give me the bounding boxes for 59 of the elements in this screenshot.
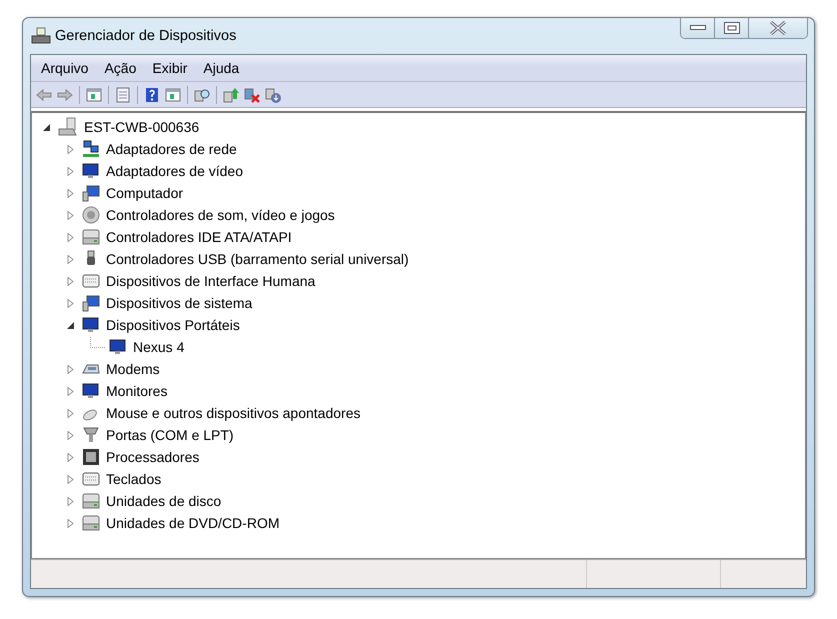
monitor-icon — [82, 162, 100, 180]
tree-item[interactable]: Dispositivos Portáteis — [104, 317, 242, 333]
tree-item[interactable]: Modems — [104, 361, 162, 377]
forward-arrow-icon — [57, 86, 73, 102]
tree-item[interactable]: Unidades de disco — [104, 493, 224, 509]
download-icon — [265, 86, 281, 102]
tree-item[interactable]: EST-CWB-000636 — [82, 119, 202, 135]
computer-icon — [82, 294, 100, 312]
monitor-icon — [82, 382, 100, 400]
network-icon — [82, 140, 100, 158]
menu-item[interactable]: Ação — [96, 60, 144, 76]
update-icon — [223, 86, 239, 102]
port-icon — [82, 426, 100, 444]
tree-item[interactable]: Controladores USB (barramento serial universal) — [104, 251, 411, 267]
tree-item[interactable]: Mouse e outros dispositivos apontadores — [104, 405, 362, 421]
back-arrow-icon — [36, 86, 52, 102]
tree-item[interactable]: Adaptadores de vídeo — [104, 163, 245, 179]
menu-item[interactable]: Ajuda — [195, 60, 248, 76]
maximize-icon — [724, 22, 740, 34]
panel-icon — [86, 86, 102, 102]
tree-item[interactable]: Dispositivos de Interface Humana — [104, 273, 318, 289]
tree-item[interactable]: Adaptadores de rede — [104, 141, 239, 157]
computer-icon — [58, 117, 78, 137]
tree-item[interactable]: Controladores de som, vídeo e jogos — [104, 207, 337, 223]
document-icon — [115, 86, 131, 102]
expander-icon[interactable] — [66, 320, 75, 330]
tree-item[interactable]: Computador — [104, 185, 186, 201]
tree-item[interactable]: Controladores IDE ATA/ATAPI — [104, 229, 294, 245]
tree-item[interactable]: Processadores — [104, 449, 202, 465]
tree-item[interactable]: Monitores — [104, 383, 170, 399]
tree-item[interactable]: Dispositivos de sistema — [104, 295, 254, 311]
maximize-button[interactable] — [715, 18, 749, 38]
expander-icon[interactable] — [42, 122, 51, 132]
window-title: Gerenciador de Dispositivos — [55, 28, 236, 44]
tree-item[interactable]: Portas (COM e LPT) — [104, 427, 236, 443]
tree-item[interactable]: Unidades de DVD/CD-ROM — [104, 515, 282, 531]
monitor-icon — [82, 316, 100, 334]
scan-icon — [194, 86, 210, 102]
remove-icon — [244, 86, 260, 102]
drive-icon — [82, 514, 100, 532]
chip-icon — [82, 448, 100, 466]
printer-icon — [31, 27, 51, 45]
tree-item[interactable]: Nexus 4 — [131, 339, 186, 355]
tree-item[interactable]: Teclados — [104, 471, 164, 487]
minimize-button[interactable] — [681, 18, 715, 38]
minimize-icon — [690, 25, 706, 31]
keyboard-icon — [82, 470, 100, 488]
speaker-icon — [82, 206, 100, 224]
menu-item[interactable]: Arquivo — [33, 60, 96, 76]
help-icon — [144, 86, 160, 102]
drive-icon — [82, 228, 100, 246]
computer-icon — [82, 184, 100, 202]
drive-icon — [82, 492, 100, 510]
keyboard-icon — [82, 272, 100, 290]
panel-icon — [165, 86, 181, 102]
menu-item[interactable]: Exibir — [144, 60, 196, 76]
close-icon — [769, 21, 787, 35]
close-button[interactable] — [749, 18, 807, 38]
monitor-icon — [109, 338, 127, 356]
